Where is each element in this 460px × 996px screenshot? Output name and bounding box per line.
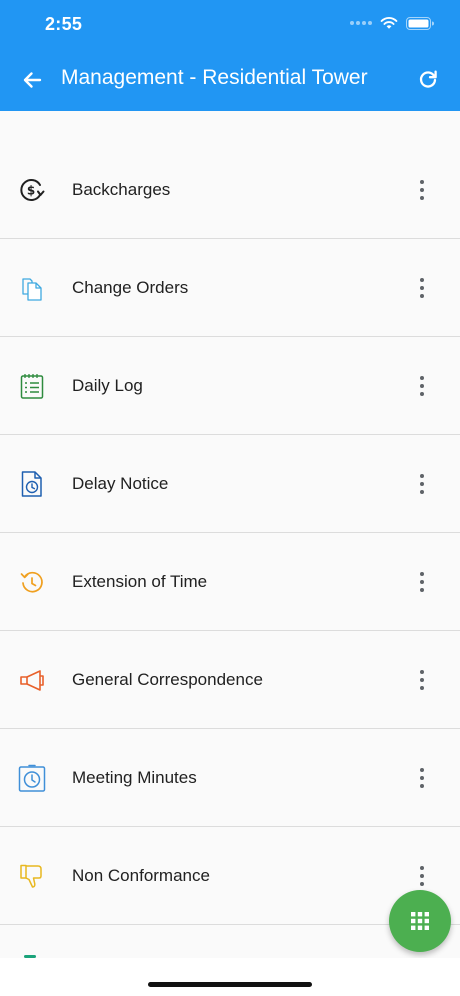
item-label: Extension of Time	[72, 571, 208, 591]
back-button[interactable]	[18, 66, 46, 94]
item-label: Non Conformance	[72, 865, 210, 885]
refresh-icon	[419, 70, 437, 88]
item-label: Daily Log	[72, 375, 143, 395]
item-label: General Correspondence	[72, 669, 263, 689]
home-indicator-area	[0, 958, 460, 996]
document-clock-icon	[21, 470, 42, 497]
home-indicator[interactable]	[148, 982, 312, 987]
list-item-extension-of-time[interactable]: Extension of Time	[0, 533, 460, 631]
more-options-button[interactable]	[408, 178, 436, 202]
cellular-signal-icon	[350, 21, 372, 25]
megaphone-icon	[20, 669, 44, 691]
arrow-left-icon	[23, 72, 42, 88]
more-options-button[interactable]	[408, 766, 436, 790]
item-label: Delay Notice	[72, 473, 169, 493]
list-item-daily-log[interactable]: Daily Log	[0, 337, 460, 435]
more-options-button[interactable]	[408, 374, 436, 398]
status-time: 2:55	[45, 14, 83, 34]
item-label: Backcharges	[72, 179, 171, 199]
page-title: Management - Residential Tower	[61, 66, 368, 89]
list-item-change-orders[interactable]: Change Orders	[0, 239, 460, 337]
more-options-button[interactable]	[408, 472, 436, 496]
list-item-backcharges[interactable]: $ Backcharges	[0, 141, 460, 239]
svg-text:$: $	[27, 183, 35, 197]
main-content[interactable]: $ Backcharges Change Orders Daily Log De…	[0, 111, 460, 958]
battery-icon	[406, 16, 434, 30]
clock-history-icon	[20, 571, 43, 592]
dollar-cycle-icon: $	[20, 178, 45, 201]
list-item-delay-notice[interactable]: Delay Notice	[0, 435, 460, 533]
status-icons	[350, 16, 434, 30]
list-item-meeting-minutes[interactable]: Meeting Minutes	[0, 729, 460, 827]
stopwatch-icon	[18, 764, 46, 792]
thumbs-down-icon	[20, 864, 42, 888]
more-options-button[interactable]	[408, 276, 436, 300]
app-header: 2:55 Management - Residential Tower	[0, 0, 460, 111]
item-label: Change Orders	[72, 277, 189, 297]
item-label: Meeting Minutes	[72, 767, 197, 787]
notepad-list-icon	[20, 373, 44, 399]
wifi-icon	[380, 17, 398, 29]
list-item-general-correspondence[interactable]: General Correspondence	[0, 631, 460, 729]
apps-grid-icon	[411, 912, 429, 930]
more-options-button[interactable]	[408, 864, 436, 888]
app-grid-fab[interactable]	[389, 890, 451, 952]
more-options-button[interactable]	[408, 668, 436, 692]
copy-document-icon	[22, 277, 42, 301]
refresh-button[interactable]	[414, 66, 442, 94]
more-options-button[interactable]	[408, 570, 436, 594]
module-list: $ Backcharges Change Orders Daily Log De…	[0, 141, 460, 925]
